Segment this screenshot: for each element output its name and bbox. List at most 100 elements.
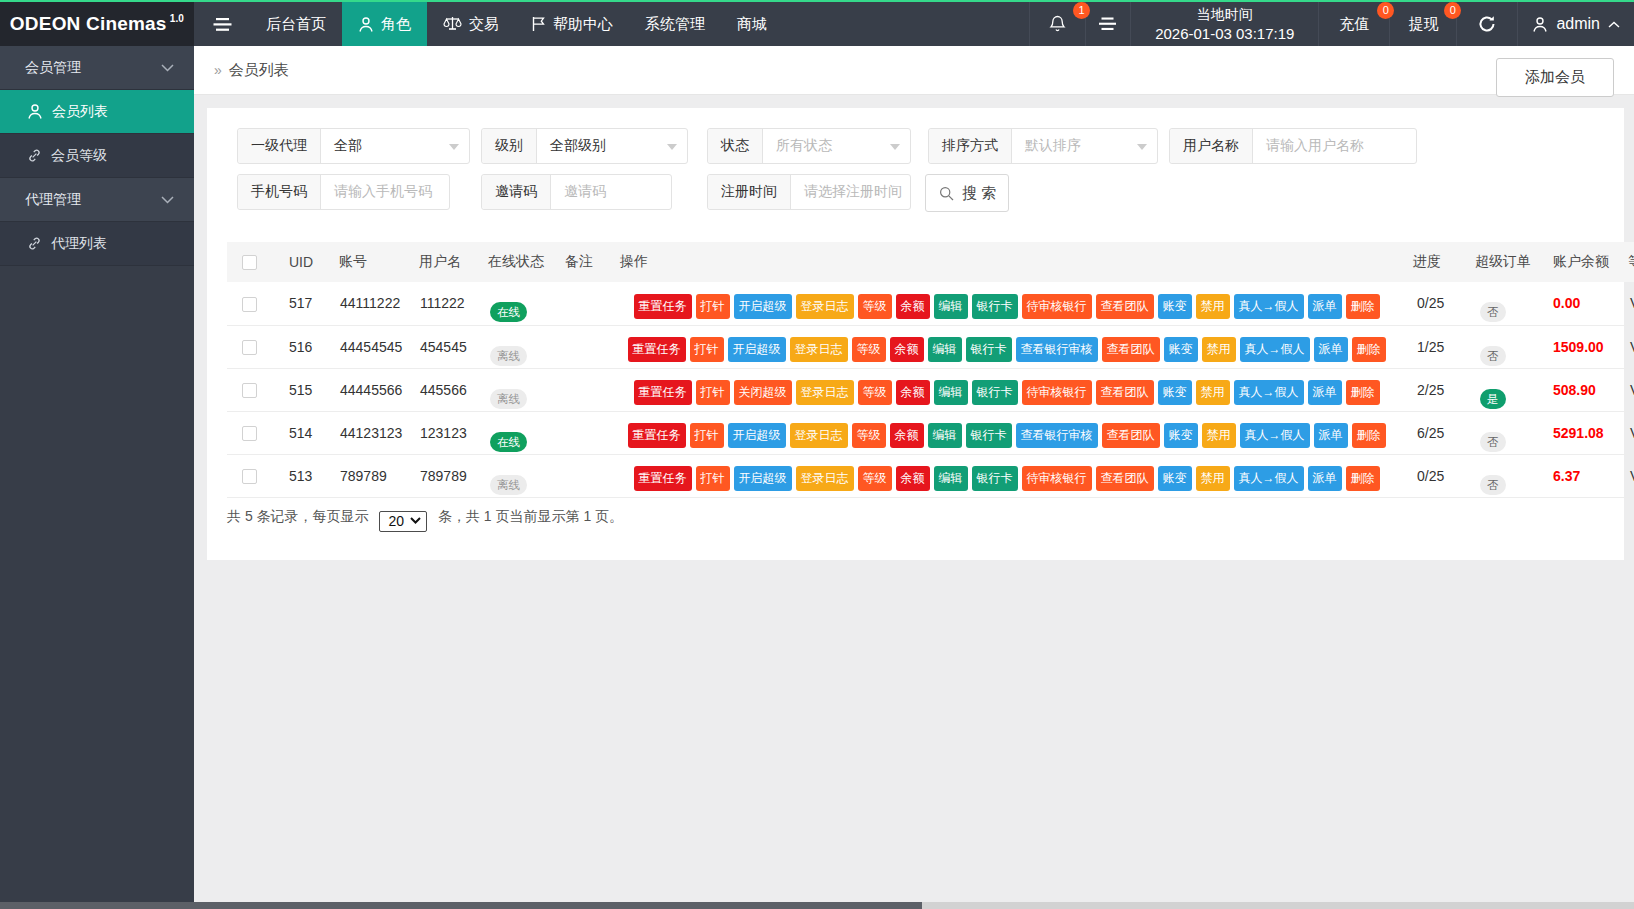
action-编辑[interactable]: 编辑 xyxy=(934,466,968,491)
sidebar-item-member-list[interactable]: 会员列表 xyxy=(0,90,194,134)
action-查看团队[interactable]: 查看团队 xyxy=(1096,380,1154,405)
filter-select[interactable]: 默认排序 xyxy=(1012,129,1157,163)
nav-trade[interactable]: 交易 xyxy=(427,2,515,46)
filter-select[interactable]: 全部级别 xyxy=(537,129,687,163)
action-等级[interactable]: 等级 xyxy=(852,423,886,448)
action-禁用[interactable]: 禁用 xyxy=(1196,294,1230,319)
action-打针[interactable]: 打针 xyxy=(690,337,724,362)
action-查看团队[interactable]: 查看团队 xyxy=(1102,337,1160,362)
action-等级[interactable]: 等级 xyxy=(858,466,892,491)
action-删除[interactable]: 删除 xyxy=(1346,466,1380,491)
action-真人→假人[interactable]: 真人→假人 xyxy=(1240,423,1310,448)
action-登录日志[interactable]: 登录日志 xyxy=(796,294,854,319)
notifications-button[interactable]: 1 xyxy=(1029,2,1085,46)
add-member-button[interactable]: 添加会员 xyxy=(1496,58,1614,97)
action-编辑[interactable]: 编辑 xyxy=(934,380,968,405)
nav-mall[interactable]: 商城 xyxy=(721,2,783,46)
nav-home[interactable]: 后台首页 xyxy=(250,2,342,46)
action-真人→假人[interactable]: 真人→假人 xyxy=(1234,294,1304,319)
action-待审核银行[interactable]: 待审核银行 xyxy=(1022,466,1092,491)
action-查看银行审核[interactable]: 查看银行审核 xyxy=(1016,423,1098,448)
action-打针[interactable]: 打针 xyxy=(696,466,730,491)
action-删除[interactable]: 删除 xyxy=(1352,423,1386,448)
action-查看团队[interactable]: 查看团队 xyxy=(1096,294,1154,319)
sidebar-item-member-level[interactable]: 会员等级 xyxy=(0,134,194,178)
filter-input[interactable]: 请选择注册时间 xyxy=(791,175,910,209)
action-等级[interactable]: 等级 xyxy=(858,294,892,319)
action-查看银行审核[interactable]: 查看银行审核 xyxy=(1016,337,1098,362)
withdraw-button[interactable]: 提现 0 xyxy=(1389,2,1456,46)
action-开启超级[interactable]: 开启超级 xyxy=(728,423,786,448)
page-size-select[interactable]: 20 xyxy=(379,511,427,532)
action-银行卡[interactable]: 银行卡 xyxy=(972,466,1018,491)
action-账变[interactable]: 账变 xyxy=(1158,380,1192,405)
action-禁用[interactable]: 禁用 xyxy=(1202,337,1236,362)
row-checkbox[interactable] xyxy=(242,340,257,355)
action-禁用[interactable]: 禁用 xyxy=(1196,380,1230,405)
action-余额[interactable]: 余额 xyxy=(896,466,930,491)
action-账变[interactable]: 账变 xyxy=(1164,337,1198,362)
action-登录日志[interactable]: 登录日志 xyxy=(796,466,854,491)
action-账变[interactable]: 账变 xyxy=(1164,423,1198,448)
action-开启超级[interactable]: 开启超级 xyxy=(728,337,786,362)
action-登录日志[interactable]: 登录日志 xyxy=(790,337,848,362)
action-真人→假人[interactable]: 真人→假人 xyxy=(1234,380,1304,405)
sidebar-item-agent-list[interactable]: 代理列表 xyxy=(0,222,194,266)
action-等级[interactable]: 等级 xyxy=(858,380,892,405)
action-待审核银行[interactable]: 待审核银行 xyxy=(1022,380,1092,405)
nav-help[interactable]: 帮助中心 xyxy=(515,2,629,46)
action-重置任务[interactable]: 重置任务 xyxy=(628,423,686,448)
sidebar-group-member-management[interactable]: 会员管理 xyxy=(0,46,194,90)
search-button[interactable]: 搜 索 xyxy=(925,174,1009,212)
row-checkbox[interactable] xyxy=(242,469,257,484)
action-重置任务[interactable]: 重置任务 xyxy=(634,294,692,319)
action-查看团队[interactable]: 查看团队 xyxy=(1096,466,1154,491)
row-checkbox[interactable] xyxy=(242,383,257,398)
action-编辑[interactable]: 编辑 xyxy=(928,423,962,448)
action-派单[interactable]: 派单 xyxy=(1314,423,1348,448)
action-重置任务[interactable]: 重置任务 xyxy=(628,337,686,362)
horizontal-scrollbar-thumb[interactable] xyxy=(0,902,922,909)
action-登录日志[interactable]: 登录日志 xyxy=(790,423,848,448)
action-重置任务[interactable]: 重置任务 xyxy=(634,380,692,405)
action-银行卡[interactable]: 银行卡 xyxy=(966,337,1012,362)
action-余额[interactable]: 余额 xyxy=(890,423,924,448)
action-删除[interactable]: 删除 xyxy=(1352,337,1386,362)
action-余额[interactable]: 余额 xyxy=(890,337,924,362)
filter-input[interactable]: 邀请码 xyxy=(551,175,671,209)
action-真人→假人[interactable]: 真人→假人 xyxy=(1234,466,1304,491)
horizontal-scrollbar[interactable] xyxy=(0,902,1634,909)
select-all-checkbox[interactable] xyxy=(242,255,257,270)
action-开启超级[interactable]: 开启超级 xyxy=(734,466,792,491)
action-派单[interactable]: 派单 xyxy=(1314,337,1348,362)
action-派单[interactable]: 派单 xyxy=(1308,294,1342,319)
action-关闭超级[interactable]: 关闭超级 xyxy=(734,380,792,405)
filter-select[interactable]: 全部 xyxy=(321,129,469,163)
filter-input[interactable]: 请输入用户名称 xyxy=(1253,129,1416,163)
action-编辑[interactable]: 编辑 xyxy=(934,294,968,319)
action-银行卡[interactable]: 银行卡 xyxy=(972,294,1018,319)
action-账变[interactable]: 账变 xyxy=(1158,294,1192,319)
action-真人→假人[interactable]: 真人→假人 xyxy=(1240,337,1310,362)
action-开启超级[interactable]: 开启超级 xyxy=(734,294,792,319)
action-派单[interactable]: 派单 xyxy=(1308,380,1342,405)
action-待审核银行[interactable]: 待审核银行 xyxy=(1022,294,1092,319)
recharge-button[interactable]: 充值 0 xyxy=(1318,2,1389,46)
user-menu[interactable]: admin xyxy=(1517,2,1634,46)
action-打针[interactable]: 打针 xyxy=(696,380,730,405)
action-银行卡[interactable]: 银行卡 xyxy=(972,380,1018,405)
nav-system[interactable]: 系统管理 xyxy=(629,2,721,46)
action-等级[interactable]: 等级 xyxy=(852,337,886,362)
action-编辑[interactable]: 编辑 xyxy=(928,337,962,362)
action-删除[interactable]: 删除 xyxy=(1346,380,1380,405)
nav-role[interactable]: 角色 xyxy=(342,2,427,46)
action-禁用[interactable]: 禁用 xyxy=(1202,423,1236,448)
action-余额[interactable]: 余额 xyxy=(896,380,930,405)
sidebar-toggle-button[interactable] xyxy=(194,2,250,46)
action-打针[interactable]: 打针 xyxy=(696,294,730,319)
action-银行卡[interactable]: 银行卡 xyxy=(966,423,1012,448)
control-panel-toggle-button[interactable] xyxy=(1085,2,1130,46)
action-余额[interactable]: 余额 xyxy=(896,294,930,319)
action-删除[interactable]: 删除 xyxy=(1346,294,1380,319)
action-登录日志[interactable]: 登录日志 xyxy=(796,380,854,405)
